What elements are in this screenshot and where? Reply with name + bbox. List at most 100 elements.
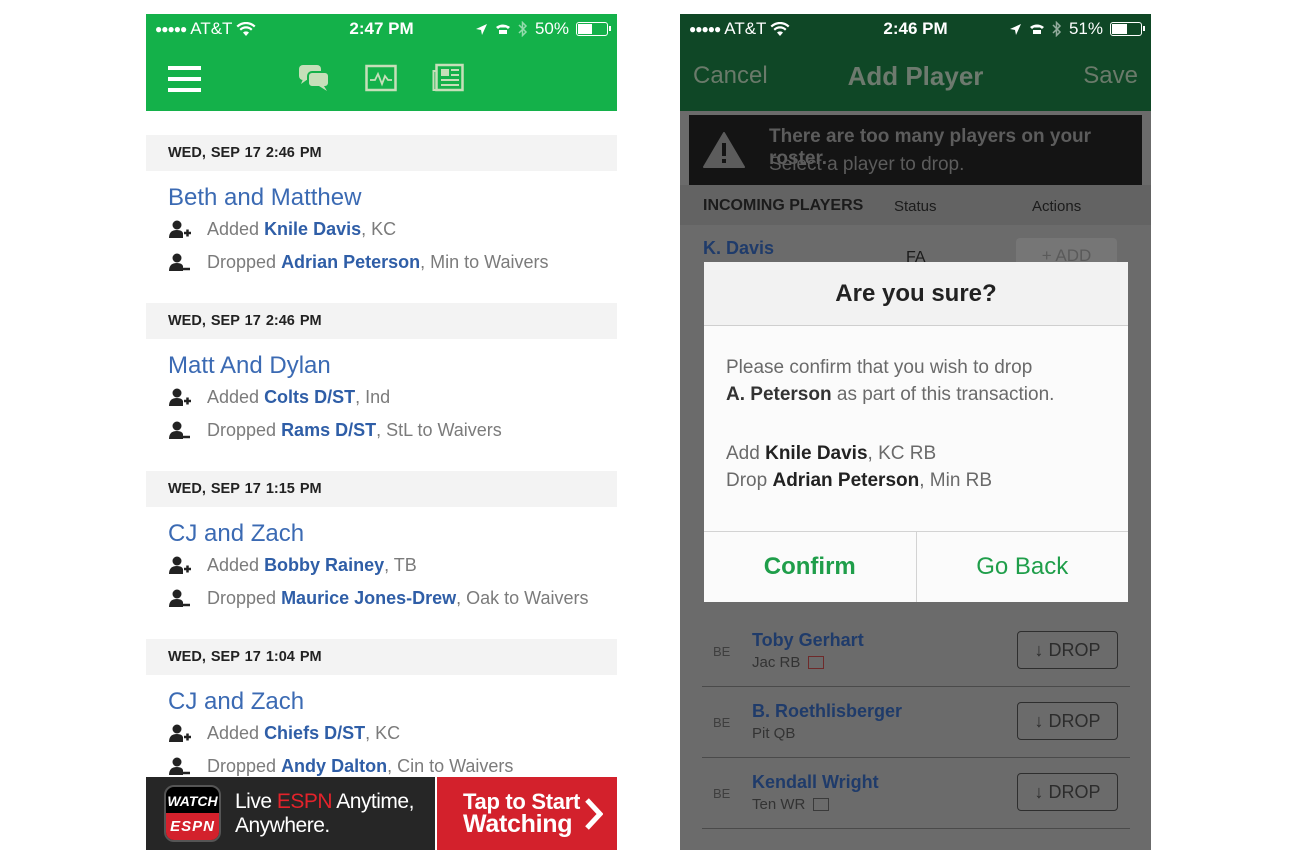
player-link[interactable]: Adrian Peterson: [281, 252, 420, 272]
player-link[interactable]: Maurice Jones-Drew: [281, 588, 456, 608]
player-link[interactable]: Rams D/ST: [281, 420, 376, 440]
added-transaction: Added Bobby Rainey, TB: [146, 549, 617, 582]
roster-row: BE B. Roethlisberger Pit QB ↓ DROP: [702, 687, 1130, 758]
dropped-transaction: Dropped Rams D/ST, StL to Waivers: [146, 414, 617, 447]
drop-label: DROP: [1048, 782, 1101, 802]
player-meta: Ten WR: [752, 796, 806, 813]
right-phone-screen: ●●●●● AT&T 2:46 PM 51% Cancel Add Player…: [680, 14, 1151, 850]
player-link[interactable]: Chiefs D/ST: [264, 723, 365, 743]
col-status: Status: [894, 198, 937, 215]
team-link[interactable]: Matt And Dylan: [146, 351, 617, 381]
txn-detail: , Ind: [355, 387, 391, 407]
dialog-buttons: Confirm Go Back: [704, 531, 1128, 602]
msg-line2: as part of this transaction.: [831, 384, 1055, 405]
date-header: WED, SEP 17 1:04 PM: [146, 639, 617, 675]
player-link[interactable]: B. Roethlisberger: [752, 701, 902, 722]
txn-verb: Added: [207, 387, 265, 407]
news-icon[interactable]: [432, 63, 464, 93]
drop-button[interactable]: ↓ DROP: [1017, 702, 1118, 740]
player-meta: Jac RB: [752, 654, 801, 671]
page-title: Add Player: [847, 61, 984, 91]
warning-icon: [703, 132, 745, 168]
player-link[interactable]: Toby Gerhart: [752, 630, 864, 651]
player-link[interactable]: Bobby Rainey: [264, 555, 384, 575]
txn-verb: Added: [207, 723, 265, 743]
drop-player: Adrian Peterson: [772, 470, 920, 491]
go-back-button[interactable]: Go Back: [917, 532, 1129, 602]
drop-label: DROP: [1048, 711, 1101, 731]
dialog-title: Are you sure?: [704, 262, 1128, 326]
txn-verb: Added: [207, 555, 265, 575]
drop-label: Drop: [726, 470, 773, 491]
add-label: Add: [726, 443, 766, 464]
tag-pre: Live: [235, 790, 277, 813]
tag-post: Anytime,: [332, 790, 414, 813]
bluetooth-icon: [518, 21, 528, 37]
add-suffix: , KC RB: [867, 443, 937, 464]
transaction-feed: WED, SEP 17 2:46 PM Beth and Matthew Add…: [146, 111, 617, 783]
ad-tagline: Live ESPN Anytime, Anywhere.: [235, 790, 414, 838]
drop-player-icon: [169, 253, 190, 271]
chevron-right-icon: [585, 798, 603, 830]
tty-icon: [495, 24, 510, 34]
date-header: WED, SEP 17 2:46 PM: [146, 303, 617, 339]
location-icon: [1009, 23, 1021, 35]
txn-detail: , Min to Waivers: [420, 252, 549, 272]
news-icon[interactable]: [808, 656, 825, 669]
slot: BE: [713, 644, 731, 659]
date-header: WED, SEP 17 2:46 PM: [146, 135, 617, 171]
txn-verb: Dropped: [207, 252, 282, 272]
drop-button[interactable]: ↓ DROP: [1017, 773, 1118, 811]
txn-detail: , Cin to Waivers: [387, 756, 514, 776]
txn-verb: Dropped: [207, 588, 282, 608]
nav-bar: Cancel Add Player Save: [680, 58, 1151, 98]
drop-player-icon: [169, 421, 190, 439]
messages-icon[interactable]: [298, 63, 330, 93]
team-link[interactable]: CJ and Zach: [146, 687, 617, 717]
added-transaction: Added Knile Davis, KC: [146, 213, 617, 246]
player-link[interactable]: Andy Dalton: [281, 756, 387, 776]
player-link[interactable]: Kendall Wright: [752, 772, 879, 793]
dialog-message: Please confirm that you wish to drop A. …: [726, 354, 1054, 408]
txn-detail: , Oak to Waivers: [456, 588, 589, 608]
col-incoming: INCOMING PLAYERS: [703, 197, 864, 214]
confirm-button[interactable]: Confirm: [704, 532, 917, 602]
cta-line2: Watching: [463, 810, 573, 838]
app-header: ●●●●● AT&T 2:46 PM 51% Cancel Add Player…: [680, 14, 1151, 111]
save-button[interactable]: Save: [1083, 62, 1138, 90]
team-link[interactable]: CJ and Zach: [146, 519, 617, 549]
txn-detail: , KC: [361, 219, 397, 239]
player-link[interactable]: Knile Davis: [264, 219, 361, 239]
slot: BE: [713, 715, 731, 730]
location-icon: [475, 23, 487, 35]
news-icon[interactable]: [813, 798, 830, 811]
warning-line2: Select a player to drop.: [769, 154, 965, 175]
player-link[interactable]: K. Davis: [703, 238, 774, 259]
watchespn-ad-banner[interactable]: WATCH ESPN Live ESPN Anytime, Anywhere. …: [146, 777, 617, 850]
add-player-icon: [169, 556, 191, 574]
ad-cta-button[interactable]: Tap to Start Watching: [437, 777, 617, 850]
menu-icon[interactable]: [168, 66, 201, 92]
status-bar: ●●●●● AT&T 2:46 PM 51%: [680, 14, 1151, 44]
drop-label: DROP: [1048, 640, 1101, 660]
drop-suffix: , Min RB: [919, 470, 993, 491]
battery-icon: [1110, 22, 1145, 36]
txn-detail: , StL to Waivers: [376, 420, 502, 440]
add-player-icon: [169, 724, 191, 742]
battery-percent: 51%: [1068, 19, 1103, 38]
col-actions: Actions: [1032, 198, 1082, 215]
drop-button[interactable]: ↓ DROP: [1017, 631, 1118, 669]
status-bar: ●●●●● AT&T 2:47 PM 50%: [146, 14, 617, 44]
added-transaction: Added Colts D/ST, Ind: [146, 381, 617, 414]
add-player-icon: [169, 388, 191, 406]
player-link[interactable]: Colts D/ST: [264, 387, 355, 407]
roster-warning: There are too many players on your roste…: [689, 115, 1142, 185]
app-header: ●●●●● AT&T 2:47 PM 50%: [146, 14, 617, 111]
team-link[interactable]: Beth and Matthew: [146, 183, 617, 213]
txn-verb: Added: [207, 219, 265, 239]
activity-icon[interactable]: [365, 63, 397, 93]
roster-row: BE Toby Gerhart Jac RB ↓ DROP: [702, 616, 1130, 687]
roster-list: BE Toby Gerhart Jac RB ↓ DROP BE B. Roet…: [702, 616, 1130, 829]
drop-player-icon: [169, 757, 190, 775]
txn-detail: , TB: [384, 555, 417, 575]
